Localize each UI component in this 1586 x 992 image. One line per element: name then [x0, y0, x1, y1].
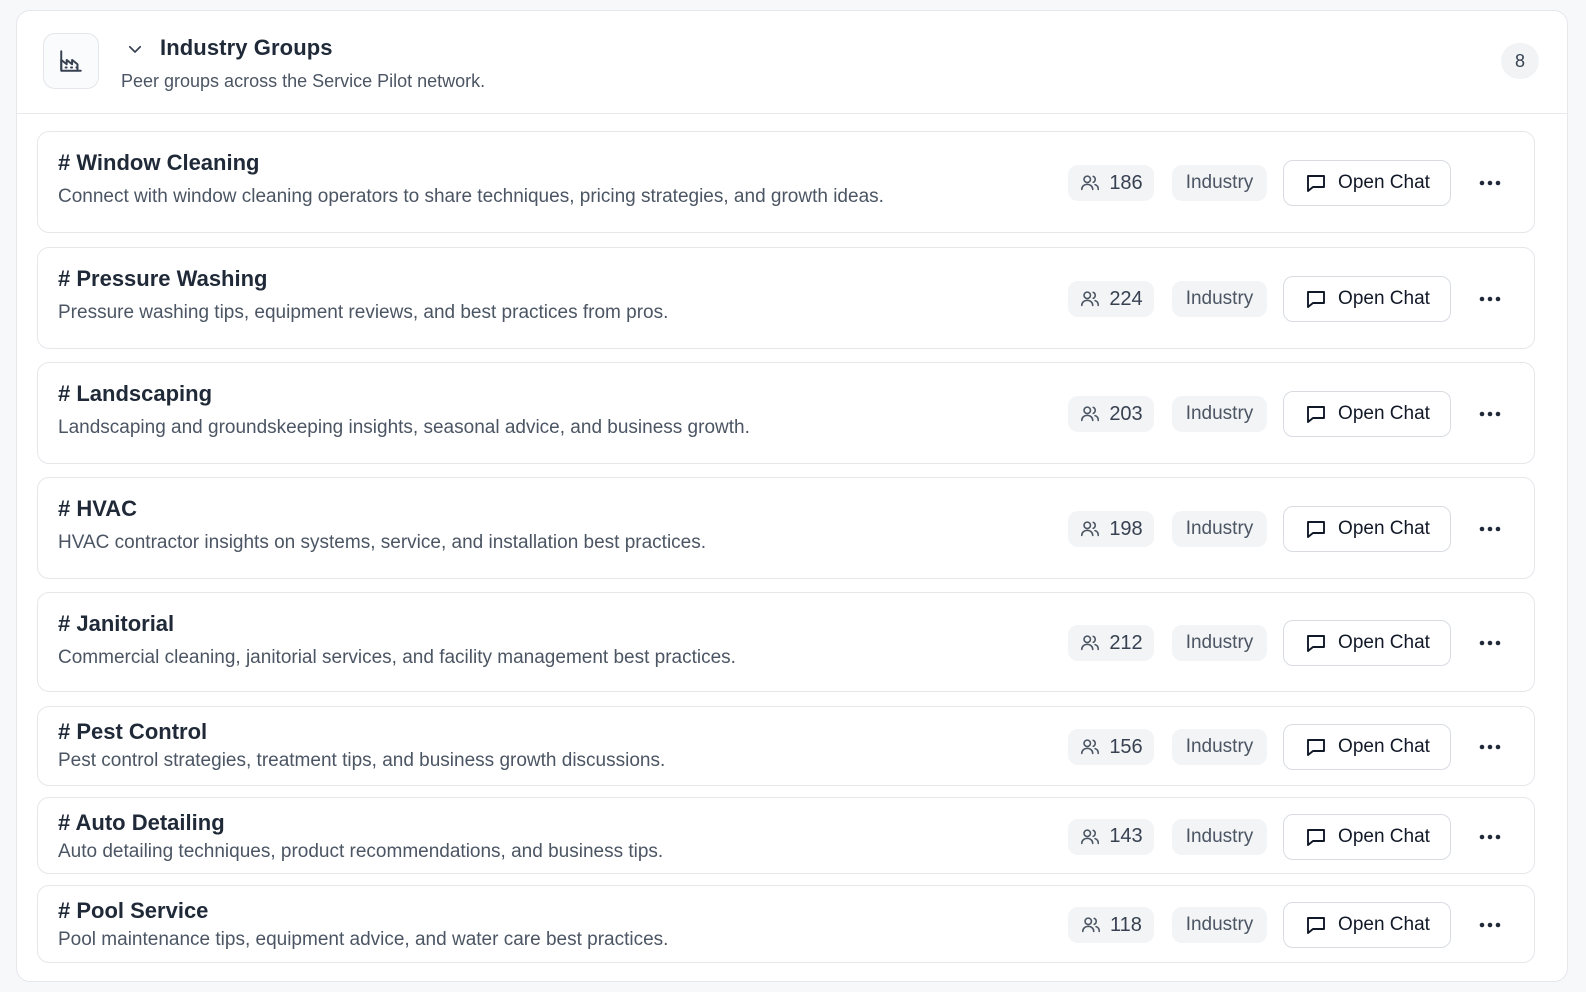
chat-icon — [1304, 171, 1328, 195]
member-count: 156 — [1109, 735, 1143, 758]
group-description: Auto detailing techniques, product recom… — [58, 841, 664, 862]
group-description: Connect with window cleaning operators t… — [58, 186, 884, 207]
open-chat-label: Open Chat — [1338, 632, 1430, 653]
more-options-icon[interactable] — [1472, 907, 1508, 943]
group-row: # Janitorial Commercial cleaning, janito… — [37, 592, 1535, 692]
industry-tag: Industry — [1172, 625, 1267, 661]
more-options-icon[interactable] — [1472, 396, 1508, 432]
chat-icon — [1304, 825, 1328, 849]
member-count-badge: 198 — [1068, 511, 1154, 547]
industry-tag: Industry — [1172, 511, 1267, 547]
panel-subtitle: Peer groups across the Service Pilot net… — [121, 71, 486, 91]
open-chat-label: Open Chat — [1338, 403, 1430, 424]
group-row: # Pest Control Pest control strategies, … — [37, 706, 1535, 786]
group-row: # Landscaping Landscaping and groundskee… — [37, 362, 1535, 464]
factory-icon — [43, 33, 99, 89]
member-count: 186 — [1109, 171, 1143, 194]
open-chat-label: Open Chat — [1338, 736, 1430, 757]
industry-tag: Industry — [1172, 818, 1267, 855]
group-name: # HVAC — [58, 496, 138, 521]
users-icon — [1079, 736, 1101, 758]
chat-icon — [1304, 735, 1328, 759]
open-chat-button[interactable]: Open Chat — [1283, 724, 1451, 770]
open-chat-button[interactable]: Open Chat — [1283, 506, 1451, 552]
more-options-icon[interactable] — [1472, 165, 1508, 201]
panel-header: Industry Groups Peer groups across the S… — [17, 11, 1567, 114]
industry-tag: Industry — [1172, 907, 1267, 943]
group-row: # Pool Service Pool maintenance tips, eq… — [37, 885, 1535, 963]
industry-groups-panel: Industry Groups Peer groups across the S… — [16, 10, 1568, 982]
group-name: # Pressure Washing — [58, 266, 268, 291]
more-options-icon[interactable] — [1472, 281, 1508, 317]
open-chat-label: Open Chat — [1338, 825, 1430, 847]
group-count-badge: 8 — [1501, 43, 1539, 79]
group-row: # Pressure Washing Pressure washing tips… — [37, 247, 1535, 349]
member-count-badge: 212 — [1068, 625, 1154, 661]
group-description: Landscaping and groundskeeping insights,… — [58, 417, 750, 438]
open-chat-button[interactable]: Open Chat — [1283, 391, 1451, 437]
open-chat-button[interactable]: Open Chat — [1283, 813, 1451, 860]
member-count: 143 — [1109, 825, 1143, 847]
open-chat-label: Open Chat — [1338, 288, 1430, 309]
open-chat-button[interactable]: Open Chat — [1283, 620, 1451, 666]
member-count-badge: 186 — [1068, 165, 1154, 201]
member-count: 203 — [1109, 402, 1143, 425]
users-icon — [1079, 518, 1101, 540]
member-count-badge: 118 — [1068, 907, 1154, 943]
group-description: Pressure washing tips, equipment reviews… — [58, 302, 669, 323]
more-options-icon[interactable] — [1472, 511, 1508, 547]
open-chat-button[interactable]: Open Chat — [1283, 160, 1451, 206]
chat-icon — [1304, 287, 1328, 311]
member-count: 212 — [1109, 631, 1143, 654]
group-name: # Janitorial — [58, 611, 175, 636]
open-chat-button[interactable]: Open Chat — [1283, 276, 1451, 322]
industry-tag: Industry — [1172, 729, 1267, 765]
group-description: Pool maintenance tips, equipment advice,… — [58, 929, 669, 950]
open-chat-label: Open Chat — [1338, 518, 1430, 539]
users-icon — [1079, 826, 1101, 848]
member-count-badge: 156 — [1068, 729, 1154, 765]
group-description: Commercial cleaning, janitorial services… — [58, 647, 736, 668]
open-chat-button[interactable]: Open Chat — [1283, 902, 1451, 948]
chat-icon — [1304, 913, 1328, 937]
industry-tag: Industry — [1172, 281, 1267, 317]
open-chat-label: Open Chat — [1338, 914, 1430, 935]
chat-icon — [1304, 517, 1328, 541]
users-icon — [1079, 632, 1101, 654]
group-name: # Pest Control — [58, 719, 208, 744]
chat-icon — [1304, 631, 1328, 655]
panel-title: Industry Groups — [160, 35, 333, 60]
member-count: 224 — [1109, 287, 1143, 310]
group-description: HVAC contractor insights on systems, ser… — [58, 532, 707, 553]
more-options-icon[interactable] — [1472, 729, 1508, 765]
group-row: # Auto Detailing Auto detailing techniqu… — [37, 797, 1535, 874]
member-count-badge: 143 — [1068, 818, 1154, 855]
group-row: # HVAC HVAC contractor insights on syste… — [37, 477, 1535, 579]
group-name: # Pool Service — [58, 898, 209, 923]
more-options-icon[interactable] — [1472, 819, 1508, 855]
group-description: Pest control strategies, treatment tips,… — [58, 750, 666, 771]
chevron-down-icon[interactable] — [125, 39, 145, 59]
chat-icon — [1304, 402, 1328, 426]
member-count-badge: 203 — [1068, 396, 1154, 432]
group-name: # Window Cleaning — [58, 150, 260, 175]
more-options-icon[interactable] — [1472, 625, 1508, 661]
group-name: # Landscaping — [58, 381, 213, 406]
industry-tag: Industry — [1172, 396, 1267, 432]
users-icon — [1080, 914, 1102, 936]
member-count: 198 — [1109, 517, 1143, 540]
member-count: 118 — [1110, 913, 1142, 936]
group-name: # Auto Detailing — [58, 810, 225, 835]
group-row: # Window Cleaning Connect with window cl… — [37, 131, 1535, 233]
member-count-badge: 224 — [1068, 281, 1154, 317]
users-icon — [1079, 288, 1101, 310]
users-icon — [1079, 172, 1101, 194]
industry-tag: Industry — [1172, 165, 1267, 201]
users-icon — [1079, 403, 1101, 425]
open-chat-label: Open Chat — [1338, 172, 1430, 193]
